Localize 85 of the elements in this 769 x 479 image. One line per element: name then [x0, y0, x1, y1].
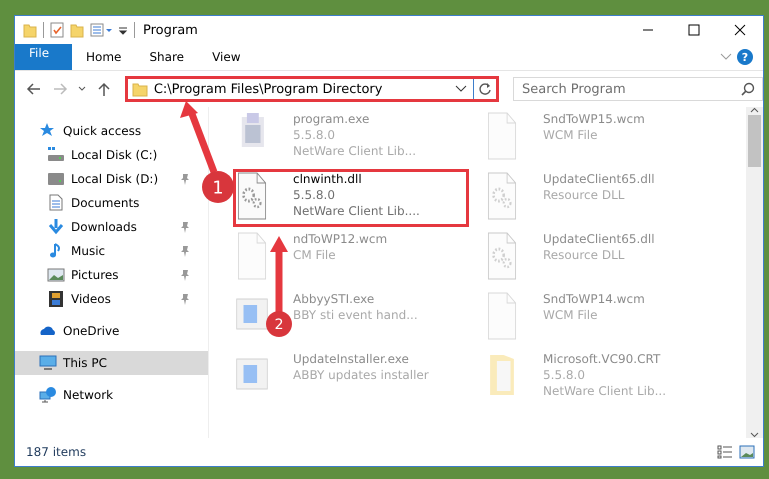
address-bar[interactable]: C:\Program Files\Program Directory: [124, 76, 500, 102]
pin-icon[interactable]: [180, 173, 190, 185]
file-name: ndToWP12.wcm: [293, 231, 388, 247]
properties-icon[interactable]: [90, 22, 112, 38]
file-detail: WCM File: [543, 127, 598, 143]
search-icon[interactable]: [741, 82, 756, 96]
network-icon: [39, 386, 57, 404]
scroll-up-icon[interactable]: [750, 107, 759, 113]
search-field[interactable]: Search Program: [513, 77, 764, 101]
callout-badge: [202, 171, 234, 203]
up-icon[interactable]: [96, 81, 112, 97]
address-path: C:\Program Files\Program Directory: [154, 82, 384, 96]
file-menu-button[interactable]: File: [15, 44, 72, 70]
forward-icon[interactable]: [52, 81, 68, 97]
file-detail: CM File: [293, 247, 337, 263]
file-name: UpdateClient65.dll: [543, 171, 655, 187]
sidebar-item[interactable]: This PC: [15, 351, 208, 375]
refresh-icon[interactable]: [478, 82, 492, 96]
download-icon: [47, 218, 65, 236]
drive-icon: [47, 146, 65, 164]
scroll-down-icon[interactable]: [750, 432, 759, 438]
checklist-icon[interactable]: [50, 22, 64, 38]
gear-file-icon[interactable]: [235, 171, 269, 221]
help-button[interactable]: ?: [737, 49, 753, 65]
folder-icon[interactable]: [23, 22, 37, 38]
file-name: SndToWP15.wcm: [543, 111, 645, 127]
sidebar-item[interactable]: Local Disk (C:): [15, 143, 192, 167]
file-detail: 5.5.8.0: [293, 187, 336, 203]
drive-icon: [47, 170, 65, 188]
ribbon-tab[interactable]: Home: [72, 44, 136, 70]
file-name: Microsoft.VC90.CRT: [543, 351, 662, 367]
sidebar-item[interactable]: Music: [15, 239, 192, 263]
ribbon-tab[interactable]: View: [198, 44, 255, 70]
file-name: UpdateInstaller.exe: [293, 351, 410, 367]
scrollbar-thumb[interactable]: [748, 115, 761, 167]
file-detail: WCM File: [543, 307, 598, 323]
document-icon: [47, 194, 65, 212]
film-icon: [47, 290, 65, 308]
file-detail: ABBY updates installer: [293, 367, 429, 383]
details-view-icon[interactable]: [717, 445, 733, 459]
window-title: Program: [143, 22, 199, 38]
item-count: 187 items: [26, 445, 88, 459]
close-icon: [734, 24, 746, 36]
pictures-icon: [47, 266, 65, 284]
pin-icon[interactable]: [180, 293, 190, 305]
sidebar-item[interactable]: Quick access: [15, 119, 208, 143]
pin-icon[interactable]: [180, 269, 190, 281]
blank-file-icon[interactable]: [485, 111, 519, 161]
file-name: UpdateClient65.dll: [543, 231, 655, 247]
file-detail: BBY sti event hand...: [293, 307, 418, 323]
file-name: clnwinth.dll: [293, 171, 363, 187]
callout-number: 2: [274, 317, 284, 334]
maximize-icon: [688, 24, 700, 36]
blank-file-icon[interactable]: [485, 291, 519, 341]
file-detail: Resource DLL: [543, 247, 626, 263]
dropdown-icon[interactable]: [455, 85, 468, 93]
sidebar-item[interactable]: Documents: [15, 191, 192, 215]
file-detail: Resource DLL: [543, 187, 626, 203]
computer-icon: [39, 354, 57, 372]
file-detail: 5.5.8.0: [293, 127, 336, 143]
new-folder-icon[interactable]: [70, 22, 84, 38]
file-detail: NetWare Client Lib...: [293, 143, 416, 159]
file-detail: NetWare Client Lib....: [293, 203, 420, 219]
file-name: SndToWP14.wcm: [543, 291, 645, 307]
sidebar-item[interactable]: Videos: [15, 287, 192, 311]
scrollbar[interactable]: [746, 107, 763, 438]
sidebar-item[interactable]: Pictures: [15, 263, 192, 287]
file-name: AbbyySTI.exe: [293, 291, 376, 307]
sidebar-item[interactable]: Downloads: [15, 215, 192, 239]
sidebar-item[interactable]: OneDrive: [15, 319, 208, 343]
folder-icon: [132, 81, 148, 97]
large-icons-view-icon[interactable]: [739, 445, 755, 459]
file-detail: NetWare Client Lib...: [543, 383, 666, 399]
pin-icon[interactable]: [180, 221, 190, 233]
file-name: program.exe: [293, 111, 370, 127]
file-detail: 5.5.8.0: [543, 367, 586, 383]
callout-badge: [266, 311, 292, 337]
sidebar-item[interactable]: Local Disk (D:): [15, 167, 192, 191]
pin-icon[interactable]: [180, 245, 190, 257]
sidebar-item[interactable]: Network: [15, 383, 208, 407]
blank-file-icon[interactable]: [235, 231, 269, 281]
expand-ribbon-icon[interactable]: [720, 53, 732, 61]
ribbon-tab[interactable]: Share: [135, 44, 198, 70]
callout-number: 1: [212, 178, 224, 198]
back-icon[interactable]: [26, 81, 42, 97]
